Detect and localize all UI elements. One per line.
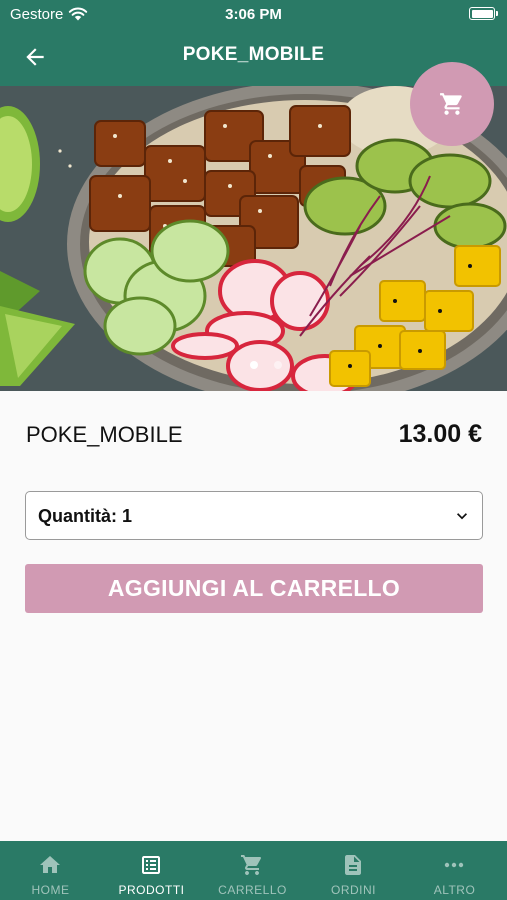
add-to-cart-button[interactable]: AGGIUNGI AL CARRELLO <box>25 564 483 613</box>
product-price: 13.00 € <box>398 420 482 448</box>
nav-home-label: HOME <box>31 883 70 897</box>
home-icon <box>40 856 60 873</box>
more-icon <box>444 862 464 868</box>
nav-altro[interactable]: ALTRO <box>404 841 505 900</box>
product-name: POKE_MOBILE <box>26 422 183 447</box>
cart-fab-button[interactable] <box>410 62 494 146</box>
nav-ordini[interactable]: ORDINI <box>303 841 404 900</box>
cart-icon <box>241 855 262 875</box>
nav-ordini-label: ORDINI <box>331 883 376 897</box>
bottom-nav: HOME PRODOTTI CARRELLO ORDINI ALTRO <box>0 841 507 900</box>
battery-icon <box>469 7 498 20</box>
list-icon <box>142 856 160 874</box>
carousel-indicator <box>0 358 507 372</box>
nav-prodotti-label: PRODOTTI <box>118 883 185 897</box>
nav-carrello-label: CARRELLO <box>218 883 287 897</box>
document-icon <box>345 855 361 875</box>
nav-home[interactable]: HOME <box>0 841 101 900</box>
chevron-down-icon <box>457 513 467 520</box>
clock: 3:06 PM <box>225 6 282 23</box>
nav-prodotti[interactable]: PRODOTTI <box>101 841 202 900</box>
status-bar: Gestore 3:06 PM <box>0 0 507 28</box>
product-header: POKE_MOBILE 13.00 € <box>26 418 482 450</box>
nav-altro-label: ALTRO <box>433 883 476 897</box>
page-title: POKE_MOBILE <box>182 44 325 65</box>
carousel-dot-active[interactable] <box>250 361 258 369</box>
quantity-select[interactable]: Quantità: 1 <box>25 491 483 540</box>
quantity-value: Quantità: 1 <box>38 506 133 526</box>
carousel-dot[interactable] <box>274 361 282 369</box>
nav-carrello[interactable]: CARRELLO <box>202 841 303 900</box>
cart-icon <box>440 93 462 115</box>
